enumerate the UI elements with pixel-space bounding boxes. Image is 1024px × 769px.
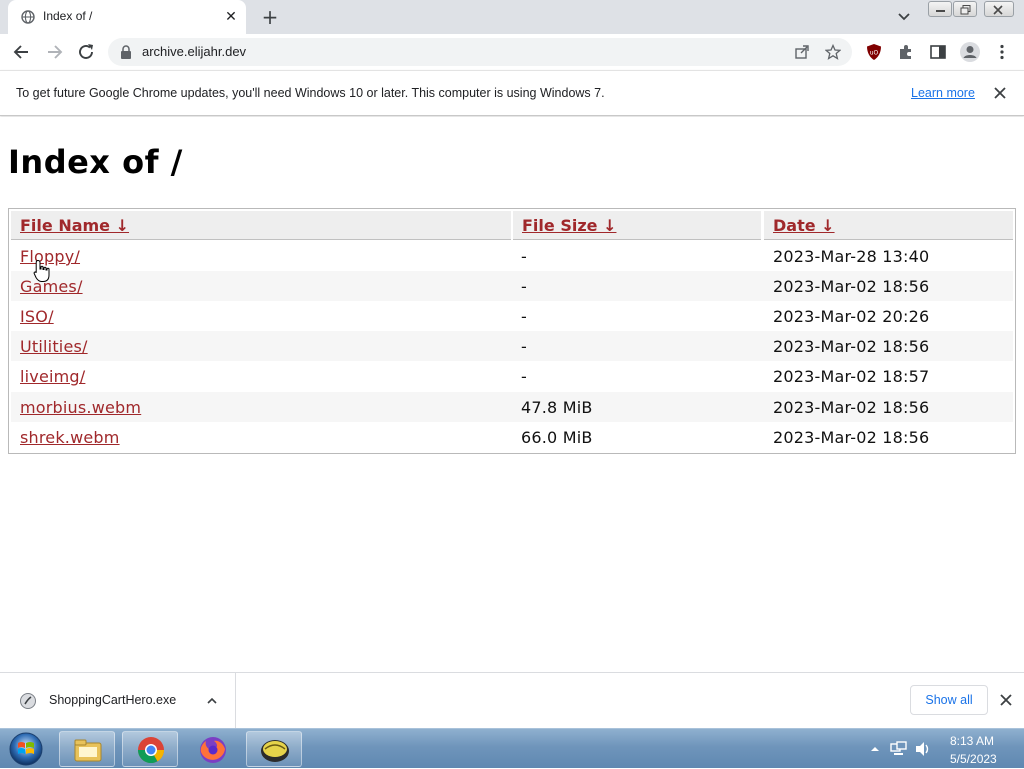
clock-time[interactable]: 8:13 AM [950,734,994,748]
chevron-down-icon[interactable] [895,8,913,26]
taskbar-app[interactable] [246,731,302,767]
browser-toolbar: archive.elijahr.dev uO [0,34,1024,70]
notification-area [862,729,1024,769]
table-row: Utilities/ - 2023-Mar-02 18:56 [11,331,1013,361]
start-orb-icon[interactable] [6,731,46,767]
column-header-date: Date ↓ [764,211,1013,240]
file-size: - [521,307,527,326]
address-bar[interactable]: archive.elijahr.dev [108,38,852,66]
file-date: 2023-Mar-02 18:56 [773,337,930,356]
file-link[interactable]: morbius.webm [20,398,141,417]
file-date: 2023-Mar-02 18:56 [773,428,930,447]
taskbar-explorer[interactable] [59,731,115,767]
taskbar-firefox[interactable] [184,731,240,767]
tab-strip: Index of / ✕ + [0,0,1024,34]
clock-date[interactable]: 5/5/2023 [950,752,997,766]
file-size: - [521,367,527,386]
file-date: 2023-Mar-02 18:56 [773,398,930,417]
taskbar-chrome[interactable] [122,731,178,767]
close-icon[interactable] [998,692,1014,708]
taskbar: 8:13 AM 5/5/2023 [0,728,1024,768]
app-icon [261,740,289,762]
window-close-button[interactable] [984,1,1014,17]
svg-text:uO: uO [870,50,879,57]
lock-icon[interactable] [120,45,132,59]
update-infobar: To get future Google Chrome updates, you… [0,70,1024,116]
download-file-icon [20,693,36,709]
chevron-up-icon[interactable] [206,695,218,707]
page-title: Index of / [8,143,183,181]
sort-by-name-link[interactable]: File Name ↓ [20,216,129,235]
firefox-icon [200,737,226,763]
file-link[interactable]: liveimg/ [20,367,85,386]
infobar-message: To get future Google Chrome updates, you… [16,86,605,100]
sidepanel-icon[interactable] [929,43,947,61]
file-date: 2023-Mar-02 18:56 [773,277,930,296]
file-size: 47.8 MiB [521,398,593,417]
profile-icon[interactable] [959,41,981,63]
file-size: 66.0 MiB [521,428,593,447]
globe-icon [21,10,35,24]
file-date: 2023-Mar-02 18:57 [773,367,930,386]
file-size: - [521,277,527,296]
explorer-icon [74,739,102,762]
chevron-up-icon[interactable] [870,744,880,754]
chrome-icon [137,737,165,764]
file-size: - [521,247,527,266]
file-link[interactable]: shrek.webm [20,428,120,447]
file-link[interactable]: ISO/ [20,307,54,326]
table-row: Games/ - 2023-Mar-02 18:56 [11,271,1013,301]
table-row: shrek.webm 66.0 MiB 2023-Mar-02 18:56 [11,422,1013,452]
close-icon[interactable] [991,84,1009,102]
sort-by-size-link[interactable]: File Size ↓ [522,216,616,235]
ublock-icon[interactable]: uO [865,43,883,61]
file-link[interactable]: Games/ [20,277,83,296]
column-header-name: File Name ↓ [11,211,511,240]
tab-active[interactable]: Index of / ✕ [8,0,246,34]
file-date: 2023-Mar-02 20:26 [773,307,930,326]
page-content: Index of / File Name ↓ File Size ↓ Date … [0,117,1024,672]
maximize-button[interactable] [953,1,977,17]
url-text[interactable]: archive.elijahr.dev [142,44,246,59]
network-icon[interactable] [890,741,908,757]
download-item[interactable]: ShoppingCartHero.exe [0,673,236,729]
close-icon[interactable]: ✕ [222,8,240,26]
menu-icon[interactable] [993,43,1011,61]
extensions-icon[interactable] [897,43,915,61]
reload-icon[interactable] [75,41,97,63]
hand-cursor-icon [33,259,50,282]
table-row: Floppy/ - 2023-Mar-28 13:40 [11,241,1013,271]
download-bar: ShoppingCartHero.exe Show all [0,672,1024,729]
forward-icon[interactable] [43,41,65,63]
table-row: ISO/ - 2023-Mar-02 20:26 [11,301,1013,331]
sort-by-date-link[interactable]: Date ↓ [773,216,835,235]
file-date: 2023-Mar-28 13:40 [773,247,930,266]
share-icon[interactable] [794,44,810,60]
plus-icon[interactable]: + [259,6,281,28]
back-icon[interactable] [11,41,33,63]
show-all-button[interactable]: Show all [910,685,988,715]
tab-title: Index of / [43,9,93,23]
table-row: liveimg/ - 2023-Mar-02 18:57 [11,361,1013,391]
file-link[interactable]: Utilities/ [20,337,88,356]
minimize-button[interactable] [928,1,952,17]
file-list-table: File Name ↓ File Size ↓ Date ↓ Floppy/ -… [8,208,1016,454]
volume-icon[interactable] [914,741,932,757]
file-size: - [521,337,527,356]
learn-more-link[interactable]: Learn more [911,86,975,100]
star-icon[interactable] [825,44,841,60]
download-filename: ShoppingCartHero.exe [49,693,177,707]
column-header-size: File Size ↓ [513,211,761,240]
table-row: morbius.webm 47.8 MiB 2023-Mar-02 18:56 [11,392,1013,422]
